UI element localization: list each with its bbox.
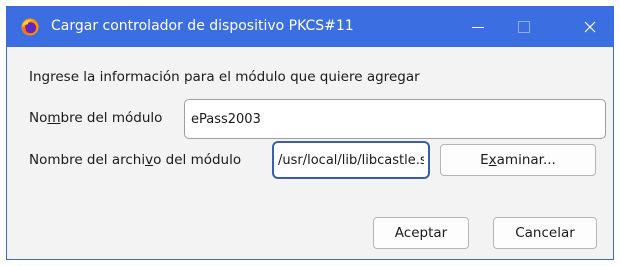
firefox-icon: [21, 18, 39, 36]
ok-button[interactable]: Aceptar: [373, 217, 469, 249]
title-bar[interactable]: Cargar controlador de dispositivo PKCS#1…: [7, 7, 613, 47]
close-icon: [584, 21, 596, 33]
minimize-button[interactable]: [455, 7, 501, 47]
intro-text: Ingrese la información para el módulo qu…: [29, 69, 420, 85]
browse-button[interactable]: Ex aminar...: [440, 144, 596, 176]
module-name-input[interactable]: [184, 99, 606, 139]
module-file-label: Nombre del archivo del módulo: [29, 152, 242, 168]
window-title: Cargar controlador de dispositivo PKCS#1…: [51, 18, 354, 34]
module-file-input[interactable]: [272, 141, 430, 179]
dialog-window: Cargar controlador de dispositivo PKCS#1…: [6, 6, 614, 260]
maximize-button[interactable]: [501, 7, 547, 47]
minimize-icon: [472, 26, 484, 28]
close-button[interactable]: [567, 7, 613, 47]
maximize-icon: [518, 21, 530, 33]
dialog-body: Ingrese la información para el módulo qu…: [7, 47, 613, 259]
cancel-button[interactable]: Cancelar: [493, 217, 597, 249]
module-name-label: Nombre del módulo: [29, 110, 163, 126]
